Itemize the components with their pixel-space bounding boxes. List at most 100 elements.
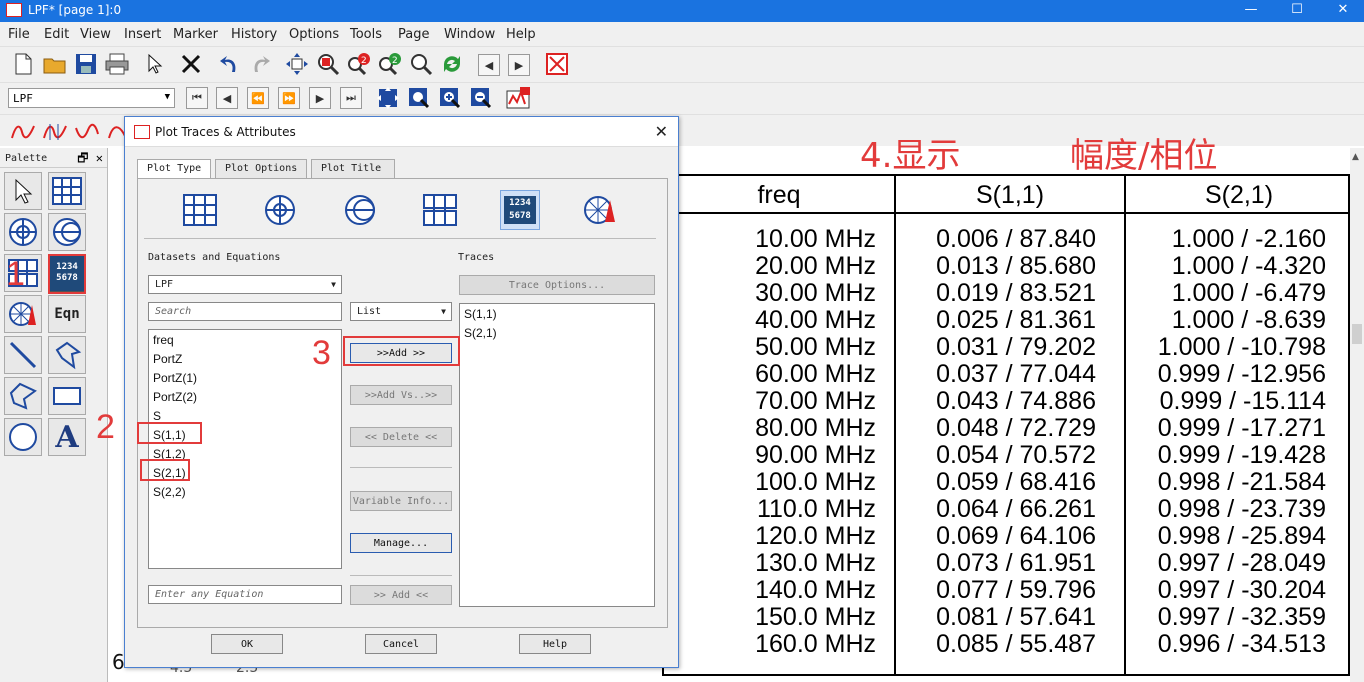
table-row: 20.00 MHz 0.013 / 85.680 1.000 / -4.320 xyxy=(664,253,1352,280)
svg-text:2: 2 xyxy=(392,56,398,66)
step-forward-icon[interactable]: ▶ xyxy=(309,87,331,109)
plot-wizard-icon[interactable] xyxy=(506,85,532,111)
stacked-plot-icon[interactable] xyxy=(420,190,460,230)
manage-button[interactable]: Manage... xyxy=(350,533,452,553)
variable-item[interactable]: S(2,2) xyxy=(153,485,186,499)
table-row: 40.00 MHz 0.025 / 81.361 1.000 / -8.639 xyxy=(664,307,1352,334)
polyline-tool-icon[interactable] xyxy=(48,336,86,374)
scroll-thumb[interactable] xyxy=(1352,324,1362,344)
page-next-icon[interactable]: ▶ xyxy=(508,54,530,76)
variable-item[interactable]: PortZ(1) xyxy=(153,371,197,385)
zoom-out-2-icon[interactable]: 2 xyxy=(377,51,403,77)
dataset-select[interactable]: LPF ▼ xyxy=(148,275,342,294)
trace-item[interactable]: S(1,1) xyxy=(464,307,497,321)
table-cell: 150.0 MHz xyxy=(755,603,876,631)
open-folder-icon[interactable] xyxy=(42,51,68,77)
variable-item[interactable]: S xyxy=(153,409,161,423)
first-icon[interactable]: ⏮ xyxy=(186,87,208,109)
variable-item[interactable]: freq xyxy=(153,333,174,347)
menu-view[interactable]: View xyxy=(80,27,111,42)
antenna-plot-icon[interactable] xyxy=(4,295,42,333)
delete-trace-button[interactable]: << Delete << xyxy=(350,427,452,447)
min-marker-icon[interactable] xyxy=(74,118,100,144)
select-pointer-icon[interactable] xyxy=(142,51,168,77)
zoom-plot-in-icon[interactable] xyxy=(437,85,463,111)
menu-help[interactable]: Help xyxy=(506,27,536,42)
polygon-tool-icon[interactable] xyxy=(4,377,42,415)
search-input[interactable]: Search xyxy=(148,302,342,321)
line-tool-icon[interactable] xyxy=(4,336,42,374)
zoom-box-icon[interactable] xyxy=(315,51,341,77)
help-button[interactable]: Help xyxy=(519,634,591,654)
rectangular-plot-icon[interactable] xyxy=(180,190,220,230)
trace-options-button[interactable]: Trace Options... xyxy=(459,275,655,295)
trace-item[interactable]: S(2,1) xyxy=(464,326,497,340)
vertical-scrollbar[interactable]: ▲ xyxy=(1350,148,1364,682)
close-page-icon[interactable] xyxy=(544,51,570,77)
palette-close-button[interactable]: ✕ xyxy=(96,151,103,165)
menu-insert[interactable]: Insert xyxy=(124,27,161,42)
equation-input[interactable]: Enter any Equation xyxy=(148,585,342,604)
variable-item[interactable]: PortZ xyxy=(153,352,182,366)
rectangle-tool-icon[interactable] xyxy=(48,377,86,415)
smith-chart-icon[interactable] xyxy=(48,213,86,251)
delta-marker-icon[interactable] xyxy=(42,118,68,144)
list-mode-select[interactable]: List ▼ xyxy=(350,302,452,321)
menu-tools[interactable]: Tools xyxy=(350,27,382,42)
print-icon[interactable] xyxy=(104,51,130,77)
scroll-up-icon[interactable]: ▲ xyxy=(1352,152,1359,162)
dataset-combo[interactable]: LPF ▼ xyxy=(8,88,175,108)
tab-plot-title[interactable]: Plot Title xyxy=(311,159,395,179)
menu-marker[interactable]: Marker xyxy=(173,27,218,42)
rectangular-plot-icon[interactable] xyxy=(48,172,86,210)
menu-options[interactable]: Options xyxy=(289,27,339,42)
last-icon[interactable]: ⏭ xyxy=(340,87,362,109)
step-back-icon[interactable]: ◀ xyxy=(216,87,238,109)
prev-frame-icon[interactable]: ⏪ xyxy=(247,87,269,109)
menu-edit[interactable]: Edit xyxy=(44,27,69,42)
next-frame-icon[interactable]: ⏩ xyxy=(278,87,300,109)
new-file-icon[interactable] xyxy=(10,51,36,77)
zoom-in-2-icon[interactable]: 2 xyxy=(346,51,372,77)
refresh-icon[interactable] xyxy=(439,51,465,77)
pan-plot-icon[interactable] xyxy=(375,85,401,111)
tab-plot-type[interactable]: Plot Type xyxy=(137,159,211,180)
maximize-button[interactable]: ☐ xyxy=(1282,1,1312,21)
list-plot-type-button[interactable]: 1234 5678 xyxy=(500,190,540,230)
undo-icon[interactable] xyxy=(216,51,242,77)
menu-file[interactable]: File xyxy=(8,27,30,42)
table-cell: 130.0 MHz xyxy=(755,549,876,577)
traces-list[interactable]: S(1,1) S(2,1) xyxy=(459,303,655,607)
polar-plot-icon[interactable] xyxy=(260,190,300,230)
palette-dock-button[interactable]: 🗗 xyxy=(77,151,88,165)
dialog-close-icon[interactable]: ✕ xyxy=(655,122,668,141)
zoom-plot-out-icon[interactable] xyxy=(468,85,494,111)
add-vs-button[interactable]: >>Add Vs..>> xyxy=(350,385,452,405)
smith-chart-icon[interactable] xyxy=(340,190,380,230)
minimize-button[interactable]: — xyxy=(1236,1,1266,21)
zoom-plot-icon[interactable] xyxy=(406,85,432,111)
add-equation-button[interactable]: >> Add << xyxy=(350,585,452,605)
polar-plot-icon[interactable] xyxy=(4,213,42,251)
menu-window[interactable]: Window xyxy=(444,27,495,42)
zoom-icon[interactable] xyxy=(408,51,434,77)
menu-page[interactable]: Page xyxy=(398,27,429,42)
pointer-tool-icon[interactable] xyxy=(4,172,42,210)
circle-tool-icon[interactable] xyxy=(4,418,42,456)
close-window-button[interactable]: ✕ xyxy=(1328,1,1358,21)
variable-item[interactable]: PortZ(2) xyxy=(153,390,197,404)
ok-button[interactable]: OK xyxy=(211,634,283,654)
menu-history[interactable]: History xyxy=(231,27,277,42)
text-tool-button[interactable]: A xyxy=(48,418,86,456)
save-icon[interactable] xyxy=(73,51,99,77)
antenna-plot-icon[interactable] xyxy=(580,190,620,230)
redo-icon[interactable] xyxy=(248,51,274,77)
variable-info-button[interactable]: Variable Info... xyxy=(350,491,452,511)
pan-icon[interactable] xyxy=(284,51,310,77)
cancel-button[interactable]: Cancel xyxy=(365,634,437,654)
equation-tool-button[interactable]: Eqn xyxy=(48,295,86,333)
page-prev-icon[interactable]: ◀ xyxy=(478,54,500,76)
marker-tool-icon[interactable] xyxy=(10,118,36,144)
tab-plot-options[interactable]: Plot Options xyxy=(215,159,307,179)
delete-x-icon[interactable] xyxy=(178,51,204,77)
